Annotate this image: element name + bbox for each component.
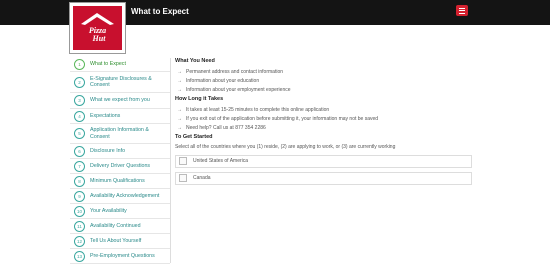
- page-title: What to Expect: [131, 7, 189, 16]
- sidebar-item-label: Tell Us About Yourself: [90, 237, 142, 244]
- sidebar-item-tell-us-about-yourself[interactable]: 12 Tell Us About Yourself: [70, 234, 170, 249]
- sidebar-item-application-info[interactable]: 5 Application Information & Consent: [70, 124, 170, 144]
- hamburger-menu-button[interactable]: [456, 5, 468, 16]
- sidebar-item-disclosure-info[interactable]: 6 Disclosure Info: [70, 144, 170, 159]
- checkbox[interactable]: [179, 157, 187, 166]
- sidebar-item-label: E-Signature Disclosures & Consent: [90, 75, 152, 88]
- sidebar-item-availability-continued[interactable]: 11 Availability Continued: [70, 219, 170, 234]
- list-item: It takes at least 15-25 minutes to compl…: [175, 106, 475, 115]
- step-number: 12: [74, 235, 85, 247]
- list-item: Information about your education: [175, 77, 475, 86]
- list-item: Information about your employment experi…: [175, 86, 475, 95]
- hamburger-icon: [459, 7, 465, 9]
- sidebar-item-label: Availability Acknowledgement: [90, 192, 160, 199]
- main-content: What You Need Permanent address and cont…: [175, 58, 475, 189]
- step-number: 8: [74, 175, 85, 187]
- sidebar-item-expectations[interactable]: 4 Expectations: [70, 109, 170, 124]
- step-number: 1: [74, 59, 85, 70]
- step-number: 2: [74, 76, 85, 88]
- logo-text-hut: Hut: [92, 34, 107, 43]
- step-sidebar: 1 What to Expect 2 E-Signature Disclosures…: [70, 58, 171, 264]
- sidebar-item-availability-ack[interactable]: 9 Availability Acknowledgement: [70, 189, 170, 204]
- what-you-need-heading: What You Need: [175, 58, 215, 64]
- list-item: Need help? Call us at 877 354 2286: [175, 124, 475, 133]
- sidebar-item-what-we-expect[interactable]: 3 What we expect from you: [70, 93, 170, 109]
- sidebar-item-label: Expectations: [90, 112, 121, 119]
- sidebar-item-label: Application Information & Consent: [90, 127, 149, 140]
- sidebar-item-pre-employment[interactable]: 13 Pre-Employment Questions: [70, 249, 170, 264]
- sidebar-item-minimum-qualifications[interactable]: 8 Minimum Qualifications: [70, 174, 170, 189]
- step-number: 13: [74, 250, 85, 262]
- sidebar-item-label: Disclosure Info: [90, 147, 126, 154]
- pizza-hut-logo: Pizza Hut: [70, 3, 125, 53]
- list-item: Permanent address and contact informatio…: [175, 68, 475, 77]
- step-number: 6: [74, 145, 85, 157]
- country-label: United States of America: [193, 158, 249, 165]
- sidebar-item-what-to-expect[interactable]: 1 What to Expect: [70, 58, 170, 72]
- step-number: 10: [74, 205, 85, 217]
- list-item: If you exit out of the application befor…: [175, 115, 475, 124]
- how-long-heading: How Long it Takes: [175, 96, 224, 103]
- pizza-hut-roof-icon: Pizza Hut: [81, 13, 114, 43]
- sidebar-item-your-availability[interactable]: 10 Your Availability: [70, 204, 170, 219]
- sidebar-item-label: Minimum Qualifications: [90, 177, 145, 184]
- country-instructions: Select all of the countries where you (1…: [175, 143, 396, 150]
- step-number: 11: [74, 220, 85, 232]
- sidebar-item-label: What to Expect: [90, 61, 126, 68]
- sidebar-item-e-signature[interactable]: 2 E-Signature Disclosures & Consent: [70, 72, 170, 93]
- step-number: 3: [74, 95, 85, 106]
- country-option-usa[interactable]: United States of America: [175, 154, 472, 168]
- get-started-heading: To Get Started: [175, 133, 213, 140]
- country-label: Canada: [193, 175, 211, 182]
- sidebar-item-label: What we expect from you: [90, 97, 150, 104]
- sidebar-item-delivery-driver[interactable]: 7 Delivery Driver Questions: [70, 159, 170, 174]
- step-number: 9: [74, 190, 85, 202]
- country-option-canada[interactable]: Canada: [175, 171, 472, 185]
- sidebar-item-label: Availability Continued: [90, 222, 141, 229]
- step-number: 7: [74, 160, 85, 172]
- sidebar-item-label: Pre-Employment Questions: [90, 252, 155, 259]
- sidebar-item-label: Delivery Driver Questions: [90, 162, 151, 169]
- step-number: 4: [74, 110, 85, 122]
- checkbox[interactable]: [179, 174, 187, 183]
- sidebar-item-label: Your Availability: [90, 207, 127, 214]
- step-number: 5: [74, 128, 85, 139]
